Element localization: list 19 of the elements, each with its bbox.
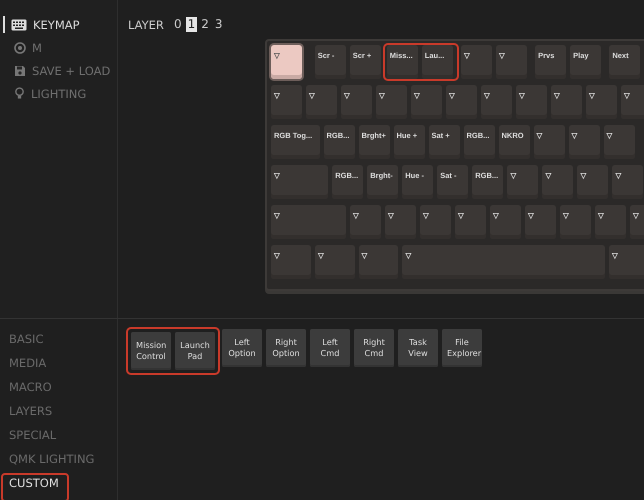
- key-button[interactable]: Task View: [398, 329, 438, 367]
- layer-button[interactable]: 1: [186, 17, 198, 32]
- keyboard-icon: [11, 18, 27, 30]
- category-item[interactable]: CUSTOM: [3, 475, 67, 500]
- lightbulb-icon: [14, 87, 25, 100]
- layer-button[interactable]: 3: [212, 17, 224, 32]
- key-button[interactable]: File Explorer: [442, 329, 482, 367]
- nav-item[interactable]: KEYMAP: [3, 16, 117, 33]
- key-button[interactable]: Launch Pad: [175, 332, 215, 370]
- key-button[interactable]: Right Option: [266, 329, 306, 367]
- layer-button[interactable]: 0: [172, 17, 184, 32]
- key-button[interactable]: Mission Control: [131, 332, 171, 370]
- key-button[interactable]: Left Option: [222, 329, 262, 367]
- layer-label: LAYER: [128, 18, 164, 32]
- key-button[interactable]: Right Cmd: [354, 329, 394, 367]
- layer-button[interactable]: 2: [199, 17, 211, 32]
- save-icon: [14, 64, 26, 76]
- circle-icon: [14, 42, 26, 54]
- key-button[interactable]: Left Cmd: [310, 329, 350, 367]
